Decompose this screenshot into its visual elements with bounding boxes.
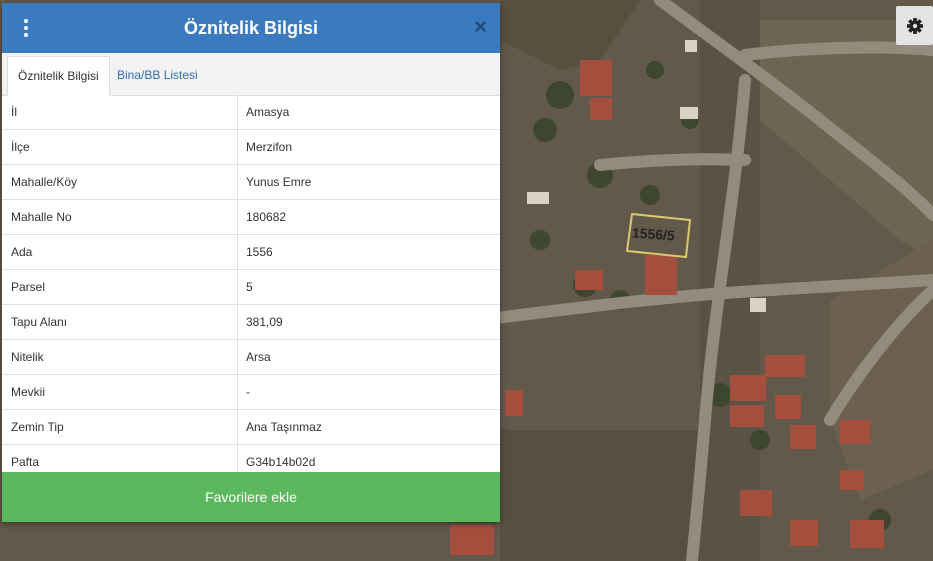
attribute-key: Mahalle No (11, 210, 72, 224)
tab-bar: Öznitelik Bilgisi Bina/BB Listesi (2, 53, 500, 96)
column-divider (237, 340, 238, 374)
attribute-key: İl (11, 105, 17, 119)
attribute-value: 5 (246, 280, 253, 294)
table-row: Mevkii - (2, 375, 500, 410)
column-divider (237, 235, 238, 269)
column-divider (237, 305, 238, 339)
attribute-value: 1556 (246, 245, 273, 259)
table-row: Ada 1556 (2, 235, 500, 270)
attribute-key: Ada (11, 245, 33, 259)
add-favorite-button[interactable]: Favorilere ekle (2, 472, 500, 522)
table-row: Mahalle/Köy Yunus Emre (2, 165, 500, 200)
settings-button[interactable] (896, 6, 933, 45)
table-row: İl Amasya (2, 95, 500, 130)
attribute-value: Ana Taşınmaz (246, 420, 322, 434)
table-row: Zemin Tip Ana Taşınmaz (2, 410, 500, 445)
column-divider (237, 200, 238, 234)
attribute-key: Parsel (11, 280, 46, 294)
panel-title: Öznitelik Bilgisi (183, 18, 319, 38)
tab-attribute-info[interactable]: Öznitelik Bilgisi (7, 56, 110, 96)
table-row: Mahalle No 180682 (2, 200, 500, 235)
table-row: İlçe Merzifon (2, 130, 500, 165)
column-divider (237, 95, 238, 129)
gear-icon (907, 18, 923, 34)
table-row: Tapu Alanı 381,09 (2, 305, 500, 340)
attribute-value: 381,09 (246, 315, 283, 329)
column-divider (237, 375, 238, 409)
table-row: Parsel 5 (2, 270, 500, 305)
attribute-key: Tapu Alanı (11, 315, 68, 329)
attribute-value: Amasya (246, 105, 290, 119)
column-divider (237, 165, 238, 199)
attribute-key: İlçe (11, 140, 30, 154)
attribute-key: Mevkii (11, 385, 46, 399)
close-icon[interactable]: × (474, 15, 487, 39)
attribute-key: Mahalle/Köy (11, 175, 78, 189)
column-divider (237, 410, 238, 444)
attribute-value: Merzifon (246, 140, 293, 154)
attribute-panel: Öznitelik Bilgisi × Öznitelik Bilgisi Bi… (2, 3, 500, 522)
attribute-table: İl Amasya İlçe Merzifon Mahalle/Köy Yunus Emr… (2, 95, 500, 480)
column-divider (237, 270, 238, 304)
parcel-label: 1556/5 (631, 224, 676, 244)
menu-vertical-dots-icon[interactable] (16, 16, 36, 40)
attribute-value: - (246, 385, 250, 399)
attribute-value: 180682 (246, 210, 287, 224)
attribute-key: Zemin Tip (11, 420, 64, 434)
tab-building-list[interactable]: Bina/BB Listesi (107, 56, 208, 94)
attribute-value: Yunus Emre (246, 175, 312, 189)
panel-header: Öznitelik Bilgisi × (2, 3, 500, 53)
attribute-value: Arsa (246, 350, 271, 364)
attribute-key: Nitelik (11, 350, 44, 364)
table-row: Nitelik Arsa (2, 340, 500, 375)
column-divider (237, 130, 238, 164)
